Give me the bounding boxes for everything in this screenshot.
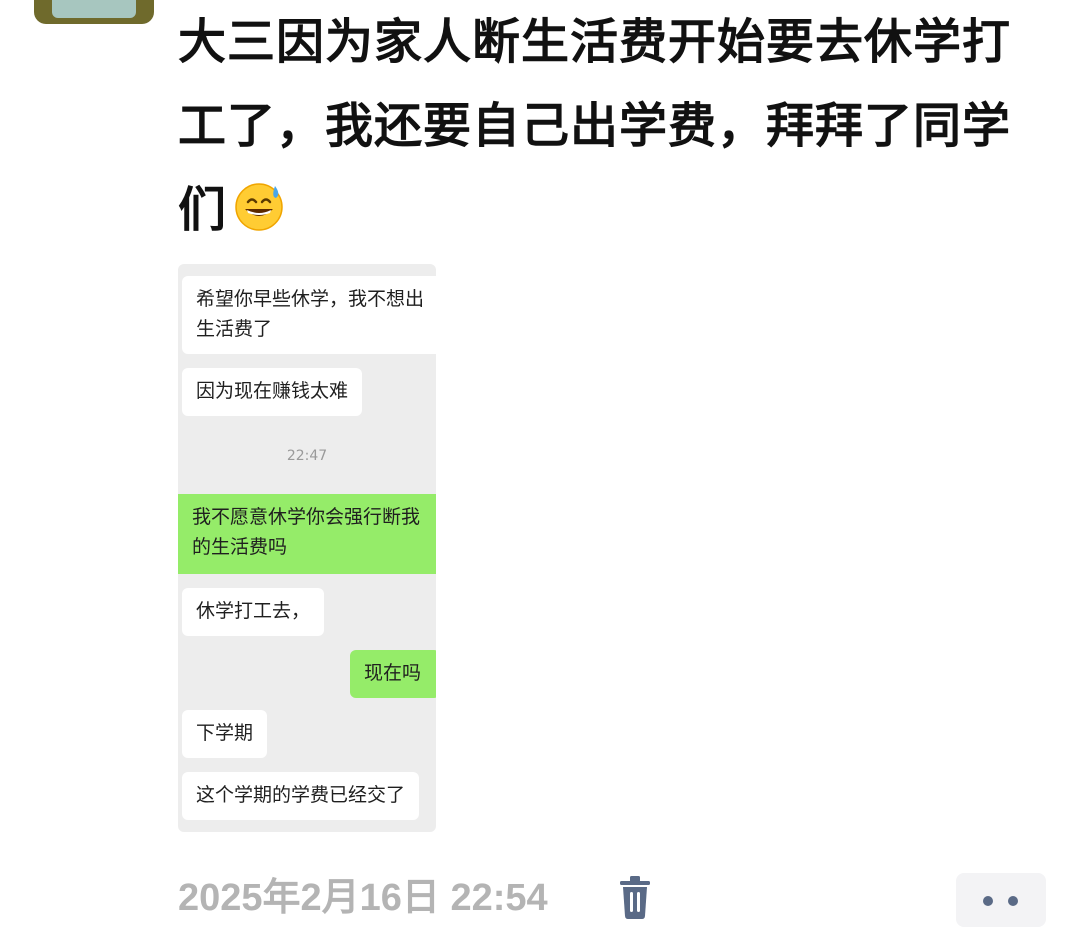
trash-icon[interactable] — [618, 875, 652, 919]
chat-screenshot-image[interactable]: 希望你早些休学，我不想出 生活费了 因为现在赚钱太难 22:47 我不愿意休学你… — [178, 264, 436, 832]
more-dots-icon — [983, 896, 993, 906]
grinning-sweat-emoji-icon — [235, 183, 283, 231]
post-text-line-1: 大三因为家人断生活费开始要去休学打 — [178, 14, 1012, 70]
chat-bubble-line: 的生活费吗 — [192, 536, 288, 558]
post-text-line-2: 工了，我还要自己出学费，拜拜了同学 — [178, 98, 1012, 154]
avatar[interactable] — [34, 0, 154, 24]
post-text-line-3: 们 — [178, 168, 1048, 252]
chat-bubble-received: 希望你早些休学，我不想出 生活费了 — [182, 276, 436, 354]
post-content: 大三因为家人断生活费开始要去休学打 工了，我还要自己出学费，拜拜了同学 们 — [178, 0, 1048, 252]
more-options-button[interactable] — [956, 873, 1046, 927]
chat-bubble-line: 生活费了 — [196, 318, 273, 340]
chat-bubble-received: 下学期 — [182, 710, 268, 758]
more-dots-icon — [1008, 896, 1018, 906]
chat-bubble-received: 因为现在赚钱太难 — [182, 368, 363, 416]
post-timestamp: 2025年2月16日 22:54 — [178, 877, 548, 919]
chat-bubble-sent: 现在吗 — [350, 650, 436, 698]
chat-bubble-received: 休学打工去， — [182, 588, 325, 636]
chat-bubble-sent: 我不愿意休学你会强行断我 的生活费吗 — [178, 494, 436, 574]
chat-timestamp: 22:47 — [286, 448, 328, 464]
chat-bubble-line: 希望你早些休学，我不想出 — [196, 288, 425, 310]
post-text-line-3-text: 们 — [178, 182, 228, 238]
avatar-image — [52, 0, 136, 18]
chat-bubble-line: 我不愿意休学你会强行断我 — [192, 506, 421, 528]
chat-bubble-received: 这个学期的学费已经交了 — [182, 772, 420, 820]
